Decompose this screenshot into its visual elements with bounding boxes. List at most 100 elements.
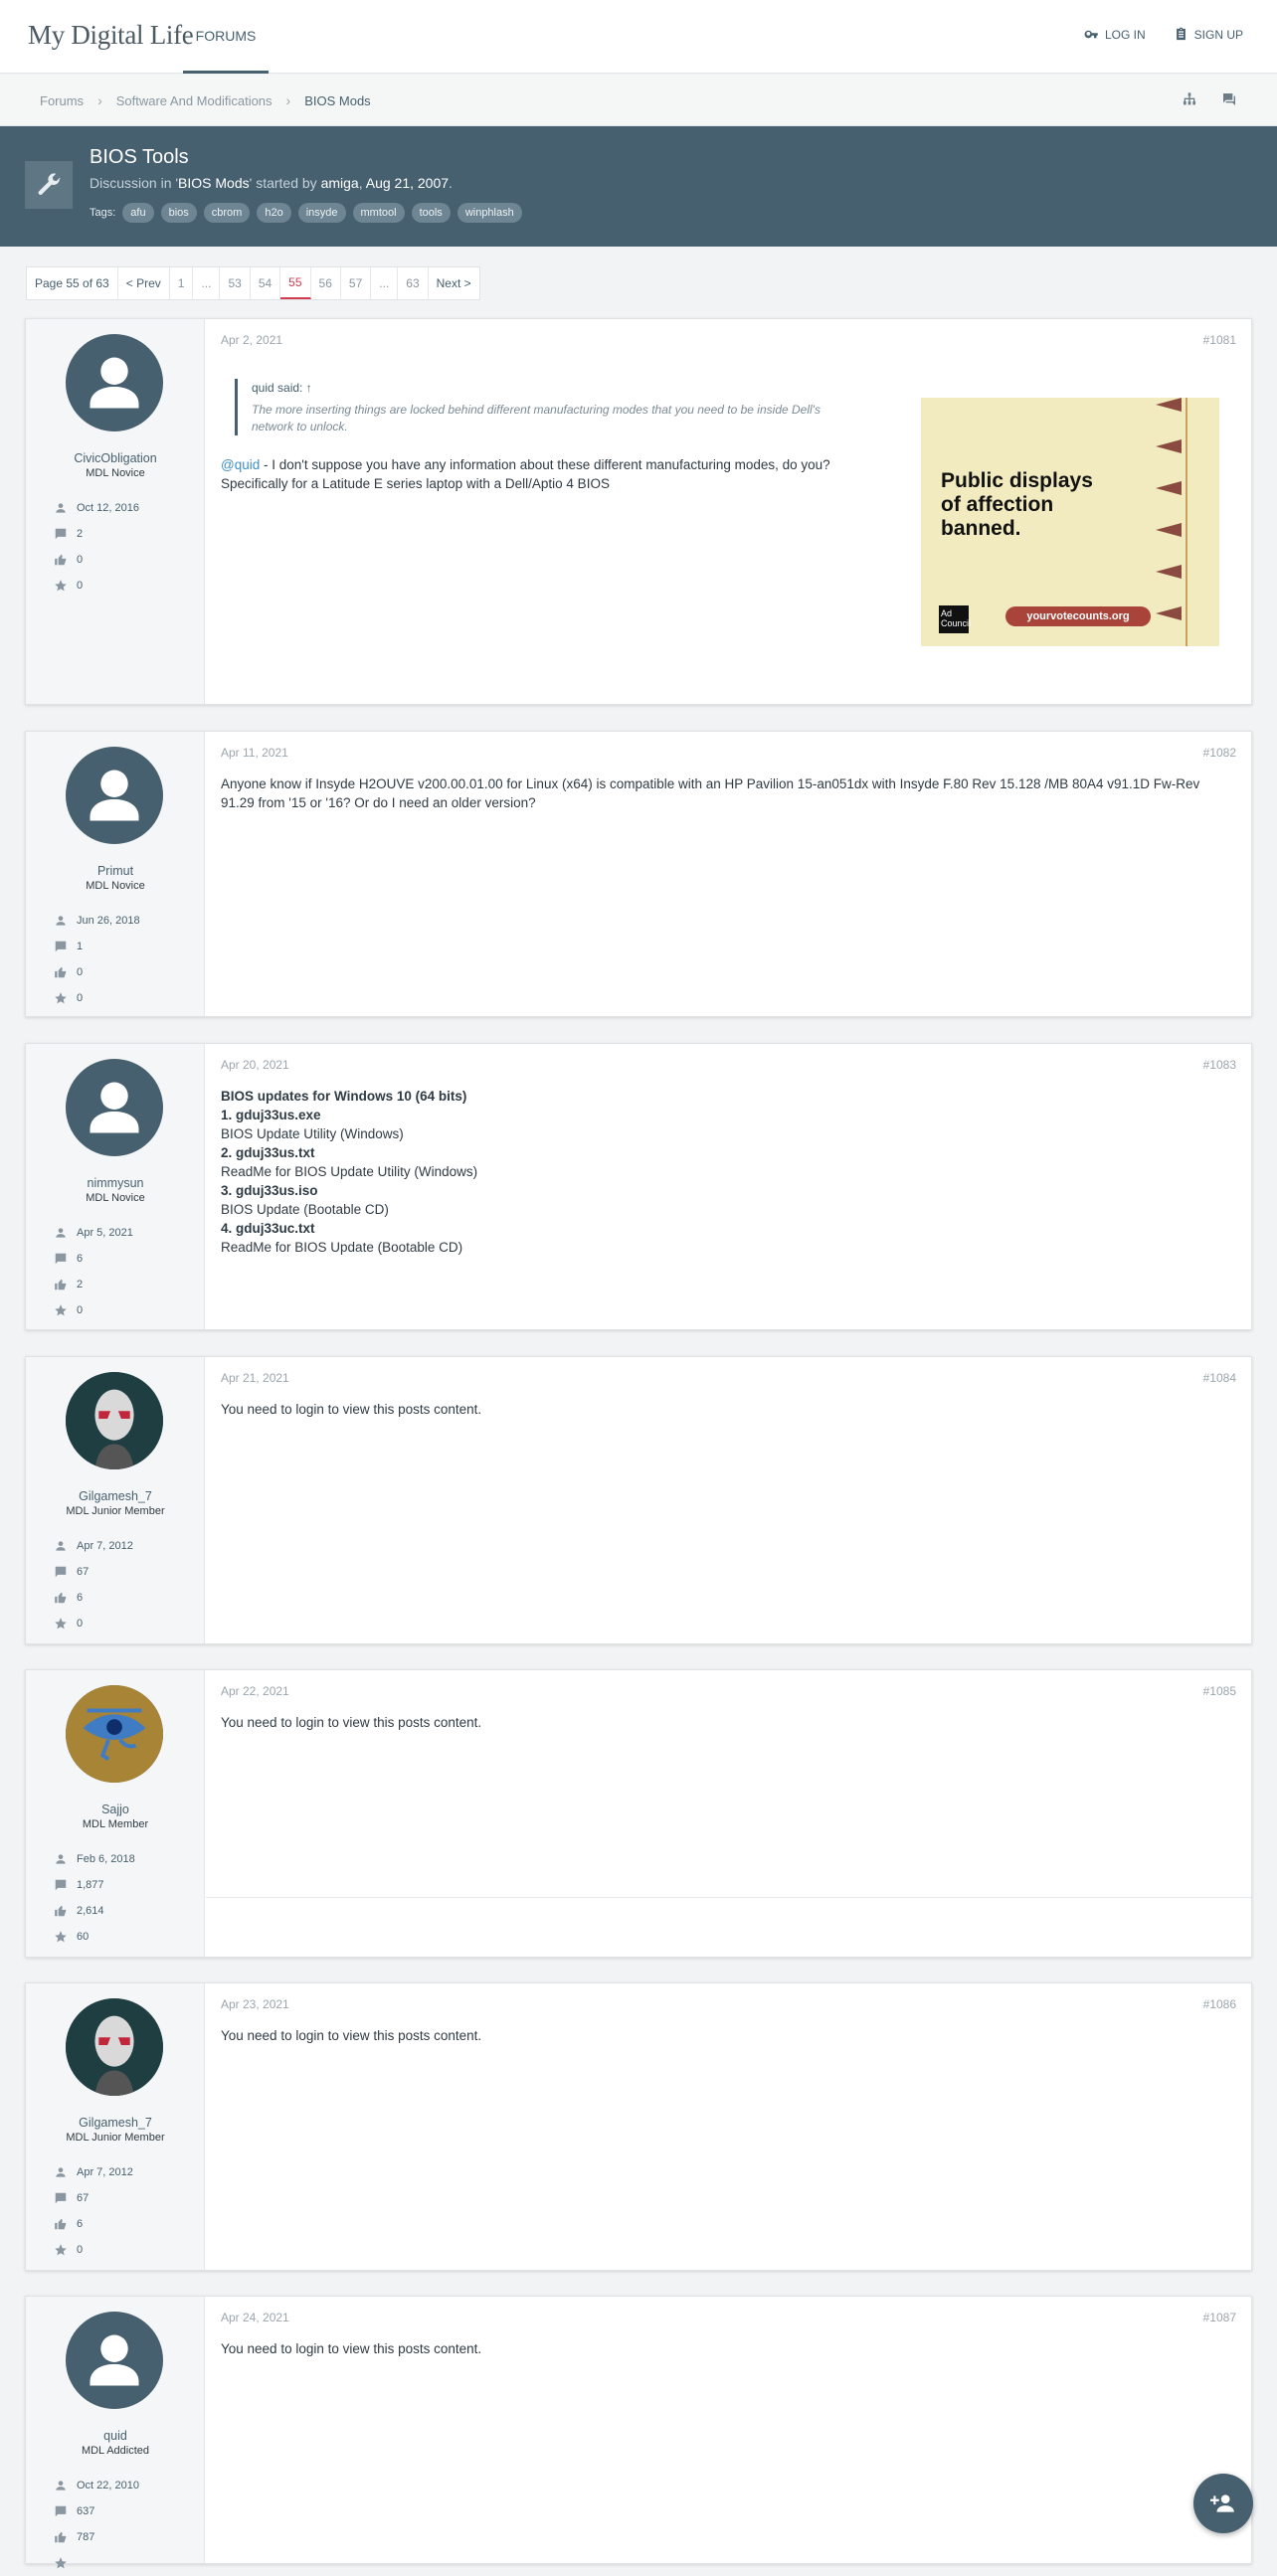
message-icon bbox=[55, 528, 67, 540]
meta-forum-link[interactable]: BIOS Mods bbox=[178, 175, 250, 191]
avatar[interactable] bbox=[66, 1059, 163, 1156]
login-required-message[interactable]: You need to login to view this posts con… bbox=[221, 2026, 1231, 2045]
username[interactable]: CivicObligation bbox=[26, 451, 205, 465]
ad-cta[interactable]: yourvotecounts.org bbox=[1005, 606, 1151, 626]
stat-likes: 6 bbox=[54, 2211, 133, 2237]
post-number[interactable]: #1084 bbox=[1203, 1371, 1236, 1385]
post-date[interactable]: Apr 21, 2021 bbox=[221, 1371, 289, 1385]
tag-chip[interactable]: bios bbox=[160, 203, 197, 223]
mention-link[interactable]: @quid bbox=[221, 457, 260, 472]
masked-figure-avatar-icon bbox=[66, 1998, 163, 2096]
breadcrumb-forums[interactable]: Forums bbox=[40, 93, 84, 108]
tag-chip[interactable]: h2o bbox=[257, 203, 291, 223]
tag-chip[interactable]: cbrom bbox=[203, 203, 251, 223]
thread-title: BIOS Tools bbox=[90, 146, 189, 168]
user-stats: Feb 6, 2018 1,877 2,614 60 bbox=[54, 1846, 135, 1950]
post-date[interactable]: Apr 22, 2021 bbox=[221, 1684, 289, 1698]
next-page-button[interactable]: Next > bbox=[429, 267, 479, 299]
avatar[interactable] bbox=[66, 2312, 163, 2409]
login-link[interactable]: LOG IN bbox=[1084, 27, 1146, 42]
page-link[interactable]: 1 bbox=[170, 267, 194, 299]
stat-messages-value: 637 bbox=[77, 2505, 95, 2517]
avatar[interactable] bbox=[66, 1685, 163, 1783]
page-ellipsis[interactable]: ... bbox=[193, 267, 221, 299]
meta-end: . bbox=[449, 175, 453, 191]
login-required-message[interactable]: You need to login to view this posts con… bbox=[221, 1713, 1231, 1732]
user-title: MDL Member bbox=[82, 1818, 149, 1830]
meta-prefix: Discussion in ' bbox=[90, 175, 179, 191]
stat-points-value: 60 bbox=[77, 1931, 90, 1943]
stat-points: 0 bbox=[54, 1611, 133, 1636]
thumbs-up-icon bbox=[55, 966, 67, 978]
post-line-bold: 2. gduj33us.txt bbox=[221, 1145, 315, 1160]
page-ellipsis[interactable]: ... bbox=[371, 267, 399, 299]
post-number[interactable]: #1085 bbox=[1203, 1684, 1236, 1698]
post-date[interactable]: Apr 20, 2021 bbox=[221, 1058, 289, 1072]
sitemap-icon[interactable] bbox=[1182, 91, 1197, 107]
post-number[interactable]: #1083 bbox=[1203, 1058, 1236, 1072]
clipboard-icon bbox=[1176, 27, 1186, 41]
page-link-current[interactable]: 55 bbox=[280, 267, 311, 299]
post-number[interactable]: #1086 bbox=[1203, 1997, 1236, 2011]
breadcrumb-bios-mods[interactable]: BIOS Mods bbox=[304, 93, 370, 108]
page-link[interactable]: 57 bbox=[341, 267, 372, 299]
ad-council-logo: Ad Council bbox=[939, 605, 971, 633]
username[interactable]: nimmysun bbox=[26, 1176, 205, 1190]
tag-chip[interactable]: afu bbox=[122, 203, 154, 223]
page-label[interactable]: Page 55 of 63 bbox=[27, 267, 118, 299]
avatar[interactable] bbox=[66, 1372, 163, 1469]
chevron-right-icon: › bbox=[285, 92, 291, 108]
post-number[interactable]: #1081 bbox=[1203, 333, 1236, 347]
chat-icon[interactable] bbox=[1221, 91, 1237, 107]
username[interactable]: Sajjo bbox=[26, 1803, 205, 1816]
post-line: ReadMe for BIOS Update Utility (Windows) bbox=[221, 1164, 478, 1179]
tag-chip[interactable]: winphlash bbox=[456, 203, 522, 223]
page-link[interactable]: 54 bbox=[251, 267, 281, 299]
stat-joined-value: Oct 22, 2010 bbox=[77, 2480, 139, 2491]
register-fab-button[interactable] bbox=[1193, 2474, 1253, 2533]
user-icon bbox=[56, 1854, 66, 1864]
login-required-message[interactable]: You need to login to view this posts con… bbox=[221, 1400, 1231, 1419]
tags-label: Tags: bbox=[90, 207, 116, 219]
pagination: Page 55 of 63 < Prev 1 ... 53 54 55 56 5… bbox=[26, 266, 480, 300]
user-title: MDL Novice bbox=[86, 467, 145, 479]
meta-author-link[interactable]: amiga bbox=[321, 175, 359, 191]
user-icon bbox=[56, 1541, 66, 1551]
tag-chip[interactable]: insyde bbox=[297, 203, 346, 223]
ad-banner[interactable]: Public displays of affection banned. Ad … bbox=[921, 398, 1219, 646]
post-line: ReadMe for BIOS Update (Bootable CD) bbox=[221, 1240, 463, 1255]
login-required-message[interactable]: You need to login to view this posts con… bbox=[221, 2339, 1231, 2358]
signup-link[interactable]: SIGN UP bbox=[1174, 27, 1243, 42]
username[interactable]: Gilgamesh_7 bbox=[26, 2116, 205, 2130]
quote-header[interactable]: quid said: ↑ bbox=[252, 379, 861, 398]
avatar[interactable] bbox=[66, 747, 163, 844]
post-date[interactable]: Apr 2, 2021 bbox=[221, 333, 282, 347]
nav-tab-forums[interactable]: FORUMS bbox=[183, 0, 269, 74]
post-number[interactable]: #1087 bbox=[1203, 2311, 1236, 2324]
username[interactable]: quid bbox=[26, 2429, 205, 2443]
avatar[interactable] bbox=[66, 334, 163, 431]
avatar[interactable] bbox=[66, 1998, 163, 2096]
breadcrumb-software[interactable]: Software And Modifications bbox=[116, 93, 273, 108]
post-date[interactable]: Apr 23, 2021 bbox=[221, 1997, 289, 2011]
stat-likes-value: 0 bbox=[77, 554, 84, 566]
message-icon bbox=[55, 2505, 67, 2517]
tag-chip[interactable]: mmtool bbox=[352, 203, 405, 223]
page-link[interactable]: 63 bbox=[398, 267, 429, 299]
post-date[interactable]: Apr 11, 2021 bbox=[221, 746, 288, 760]
post-number[interactable]: #1082 bbox=[1203, 746, 1236, 760]
arrow-icon bbox=[1156, 398, 1182, 412]
prev-page-button[interactable]: < Prev bbox=[118, 267, 170, 299]
page-link[interactable]: 56 bbox=[311, 267, 341, 299]
stat-points-value: 0 bbox=[77, 1618, 84, 1630]
post: quid MDL Addicted Oct 22, 2010 637 787 A… bbox=[25, 2296, 1252, 2569]
post-date[interactable]: Apr 24, 2021 bbox=[221, 2311, 289, 2324]
username[interactable]: Gilgamesh_7 bbox=[26, 1489, 205, 1503]
username[interactable]: Primut bbox=[26, 864, 205, 878]
user-icon bbox=[56, 503, 66, 513]
page-link[interactable]: 53 bbox=[220, 267, 251, 299]
arrow-icon bbox=[1156, 523, 1182, 537]
tag-chip[interactable]: tools bbox=[411, 203, 451, 223]
post-text: @quid - I don't suppose you have any inf… bbox=[221, 455, 857, 493]
site-logo[interactable]: My Digital Life bbox=[28, 20, 194, 51]
